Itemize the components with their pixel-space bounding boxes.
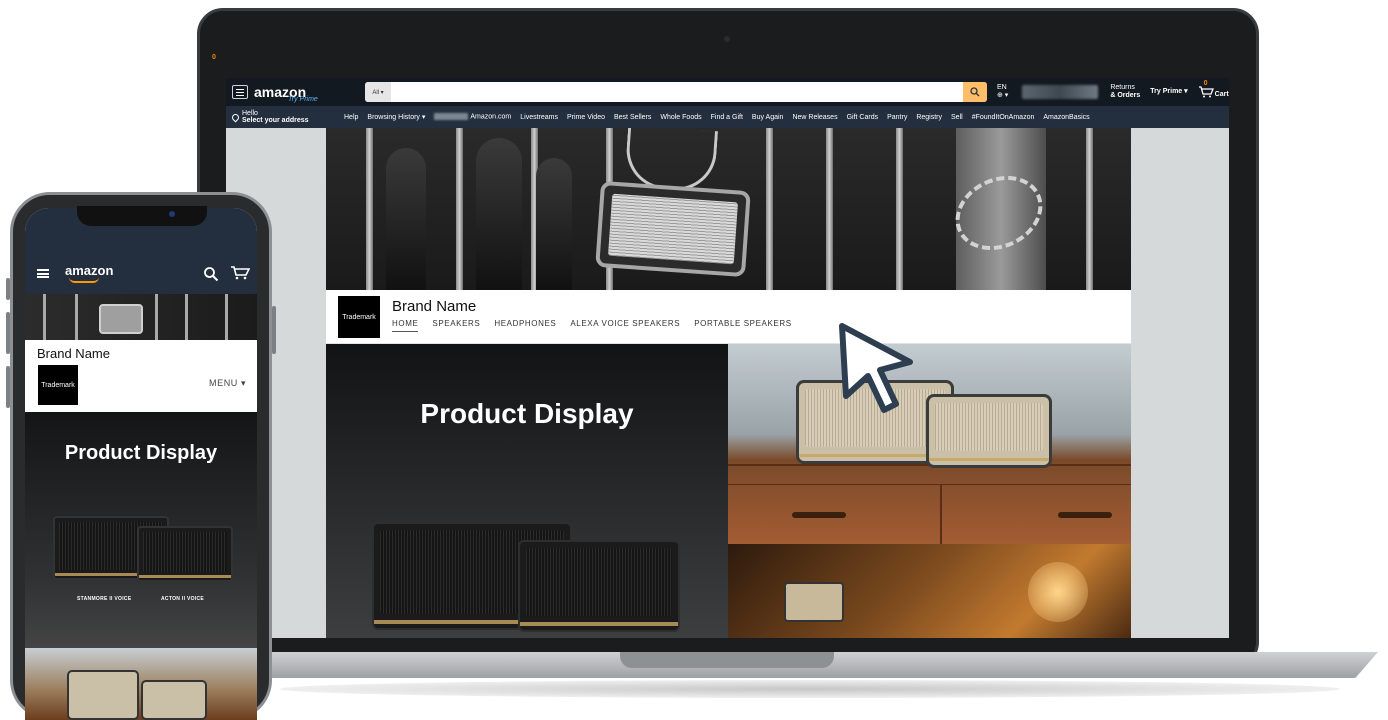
speaker-small-image <box>518 540 680 632</box>
portable-speaker-image <box>99 304 143 334</box>
lamp-glow <box>1028 562 1088 622</box>
nav-link-help[interactable]: Help <box>344 114 358 121</box>
tab-alexa-voice-speakers[interactable]: ALEXA VOICE SPEAKERS <box>570 319 680 332</box>
globe-icon: ⊕ ▾ <box>997 92 1009 99</box>
cart-link[interactable]: 0 Cart <box>1198 80 1229 98</box>
person-silhouette <box>476 138 522 290</box>
lifestyle-photo-cabinet[interactable] <box>728 344 1131 544</box>
product-display-title: Product Display <box>64 442 218 464</box>
menu-dropdown[interactable]: MENU ▾ <box>209 378 246 389</box>
logo-subtext: Try Prime <box>288 96 318 103</box>
nav-link-browsing-history[interactable]: Browsing History ▾ <box>367 113 425 121</box>
tab-portable-speakers[interactable]: PORTABLE SPEAKERS <box>694 319 792 332</box>
laptop-camera <box>724 36 730 42</box>
nav-link-buy-again[interactable]: Buy Again <box>752 114 784 121</box>
phone-camera <box>169 211 175 217</box>
nav-link-prime-video[interactable]: Prime Video <box>567 114 605 121</box>
hero-banner-image <box>326 128 1131 290</box>
nav-link-found-it[interactable]: #FoundItOnAmazon <box>972 114 1035 121</box>
search-input[interactable] <box>391 82 963 102</box>
deliver-line1: Hello <box>242 110 258 117</box>
account-blurred[interactable] <box>1022 85 1099 99</box>
deliver-line2: Select your address <box>242 117 309 124</box>
phone-power-button <box>272 306 276 354</box>
nav-link-best-sellers[interactable]: Best Sellers <box>614 114 651 121</box>
nav-link-livestreams[interactable]: Livestreams <box>520 114 558 121</box>
nav-link-whole-foods[interactable]: Whole Foods <box>660 114 701 121</box>
portable-speaker-image <box>595 180 751 278</box>
phone-screen: amazon Brand Name Trademark MENU ▾ Produ… <box>25 208 257 720</box>
nav-link-new-releases[interactable]: New Releases <box>792 114 837 121</box>
mobile-hero-image <box>25 294 257 340</box>
deliver-to[interactable]: Hello Select your address <box>230 110 340 124</box>
hamburger-menu-icon[interactable] <box>37 269 49 278</box>
brand-name: Brand Name <box>392 298 477 315</box>
lifestyle-photo-room[interactable] <box>728 544 1131 638</box>
trademark-logo[interactable]: Trademark <box>38 365 78 405</box>
nav-link-find-a-gift[interactable]: Find a Gift <box>711 114 743 121</box>
speaker-label-left: STANMORE II VOICE <box>77 596 132 602</box>
room-speaker <box>784 582 844 622</box>
trademark-logo[interactable]: Trademark <box>338 296 380 338</box>
blurred-name <box>434 113 469 121</box>
nav-link-registry[interactable]: Registry <box>916 114 942 121</box>
search-category-select[interactable]: All ▾ <box>365 82 391 102</box>
returns-orders-link[interactable]: Returns & Orders <box>1110 84 1140 100</box>
speaker-small-image <box>137 526 233 582</box>
nav-link-gift-cards[interactable]: Gift Cards <box>847 114 879 121</box>
device-mockup: amazon Try Prime All ▾ EN ⊕ ▾ Returns & … <box>0 0 1388 720</box>
beige-speaker-small <box>926 394 1052 468</box>
location-pin-icon <box>230 112 241 122</box>
mobile-brand-header: Brand Name Trademark MENU ▾ <box>25 340 257 412</box>
mouse-pointer-icon <box>839 323 913 413</box>
nav-link-pantry[interactable]: Pantry <box>887 114 907 121</box>
laptop-shadow <box>280 680 1340 698</box>
phone-notch <box>77 206 207 226</box>
mobile-lifestyle-photo[interactable] <box>25 648 257 720</box>
search-button[interactable] <box>963 82 987 102</box>
amazon-nav: Hello Select your address Help Browsing … <box>226 106 1229 128</box>
hamburger-menu-icon[interactable] <box>232 85 248 99</box>
beige-speaker-small <box>141 680 207 720</box>
search-bar: All ▾ <box>365 82 987 102</box>
brand-name: Brand Name <box>37 346 110 361</box>
cart-label: Cart <box>1214 91 1229 98</box>
amazon-header: amazon Try Prime All ▾ EN ⊕ ▾ Returns & … <box>226 78 1229 106</box>
mobile-product-display[interactable]: Product Display STANMORE II VOICE ACTON … <box>25 412 257 648</box>
mobile-cart-count: 0 <box>212 54 216 61</box>
product-display-title: Product Display <box>420 398 634 429</box>
nav-link-amazonbasics[interactable]: AmazonBasics <box>1043 114 1089 121</box>
brand-header: Trademark Brand Name HOME SPEAKERS HEADP… <box>326 290 1131 344</box>
nav-links: Help Browsing History ▾ Amazon.com Lives… <box>344 113 1090 121</box>
nav-link-sell[interactable]: Sell <box>951 114 963 121</box>
nav-link-store[interactable]: Amazon.com <box>434 113 512 121</box>
cart-icon <box>1198 86 1214 98</box>
beige-speaker-large <box>67 670 139 720</box>
brand-store-page: Trademark Brand Name HOME SPEAKERS HEADP… <box>326 128 1131 638</box>
returns-line2: & Orders <box>1110 92 1141 99</box>
tab-speakers[interactable]: SPEAKERS <box>432 319 480 332</box>
tab-home[interactable]: HOME <box>392 319 419 332</box>
speaker-label-right: ACTON II VOICE <box>161 596 205 602</box>
person-silhouette <box>536 158 572 290</box>
product-display-tile[interactable]: Product Display <box>326 344 728 638</box>
amazon-logo[interactable]: amazon Try Prime <box>254 85 334 103</box>
laptop-screen: amazon Try Prime All ▾ EN ⊕ ▾ Returns & … <box>226 78 1229 638</box>
amazon-logo[interactable]: amazon <box>65 263 113 283</box>
search-icon <box>970 87 980 97</box>
laptop-notch <box>620 652 834 668</box>
person-silhouette <box>386 148 426 290</box>
try-prime-link[interactable]: Try Prime ▾ <box>1150 88 1187 96</box>
nav-link-store-label: Amazon.com <box>470 113 512 121</box>
search-icon[interactable] <box>203 266 219 282</box>
brand-tabs: HOME SPEAKERS HEADPHONES ALEXA VOICE SPE… <box>392 319 792 332</box>
cart-icon[interactable] <box>230 266 250 280</box>
returns-line1: Returns <box>1110 84 1135 91</box>
language-selector[interactable]: EN ⊕ ▾ <box>997 84 1008 100</box>
cart-count: 0 <box>1203 80 1208 87</box>
language-code: EN <box>997 84 1007 91</box>
tab-headphones[interactable]: HEADPHONES <box>494 319 556 332</box>
